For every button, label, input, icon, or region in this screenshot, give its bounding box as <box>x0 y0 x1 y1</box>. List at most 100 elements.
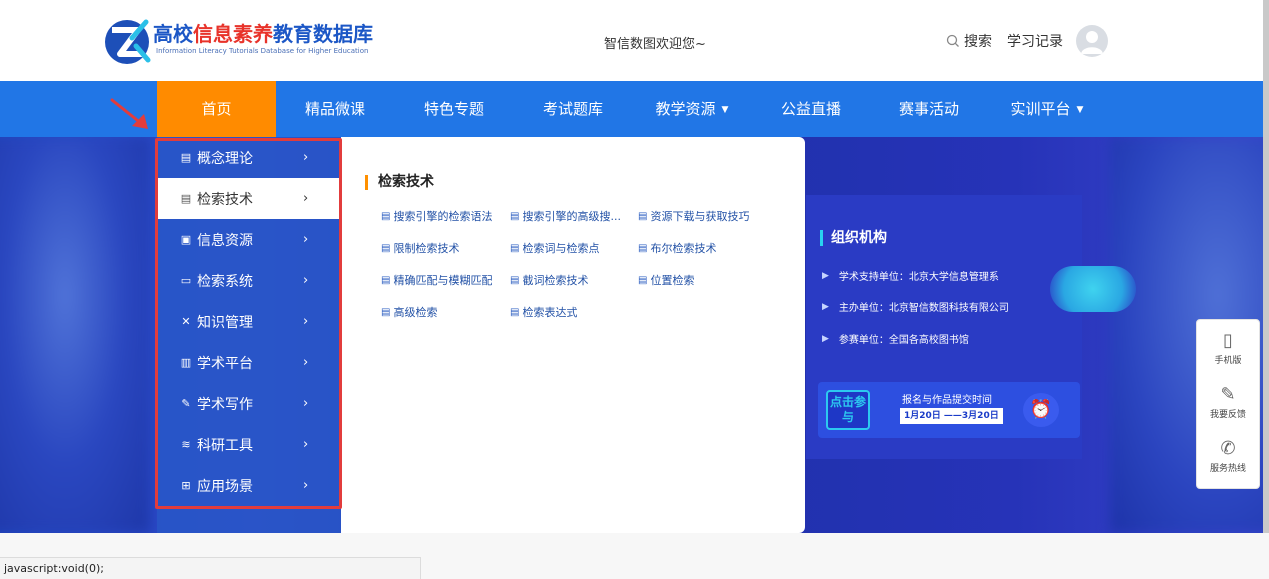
submenu-link[interactable]: ▤ 检索词与检索点 <box>510 240 599 256</box>
hotline-button[interactable]: ✆ 服务热线 <box>1197 438 1259 474</box>
grid-icon: ⊞ <box>181 479 191 492</box>
logo-subtitle: Information Literacy Tutorials Database … <box>156 47 369 55</box>
play-arrow-icon: ▶ <box>822 301 829 312</box>
annotation-arrow-icon <box>110 98 148 129</box>
submenu-link[interactable]: ▤ 布尔检索技术 <box>638 240 716 256</box>
platform-icon: ▥ <box>180 356 192 369</box>
submenu-link[interactable]: ▤ 精确匹配与模糊匹配 <box>381 272 492 288</box>
submenu-link[interactable]: ▤ 高级检索 <box>381 304 437 320</box>
doc-link-icon: ▤ <box>638 210 648 222</box>
menu-item-retrieval-system[interactable]: ▭ 检索系统 › <box>157 260 341 301</box>
join-button[interactable]: 点击参与 <box>826 390 870 430</box>
mobile-version-button[interactable]: ▯ 手机版 <box>1197 330 1259 366</box>
chevron-right-icon: › <box>303 437 309 452</box>
menu-label: 应用场景 <box>197 478 253 495</box>
feedback-button[interactable]: ✎ 我要反馈 <box>1197 384 1259 420</box>
tools-icon: ✕ <box>181 315 191 328</box>
banner-line-text: 参赛单位：全国各高校图书馆 <box>838 335 969 346</box>
chevron-right-icon: › <box>303 478 309 493</box>
menu-item-knowledge-mgmt[interactable]: ✕ 知识管理 › <box>157 301 341 342</box>
menu-item-info-resources[interactable]: ▣ 信息资源 › <box>157 219 341 260</box>
logo-title-part3: 教育数据库 <box>273 22 373 46</box>
menu-item-application-scenarios[interactable]: ⊞ 应用场景 › <box>157 465 341 506</box>
submenu-link-text: 截词检索技术 <box>522 274 589 287</box>
menu-item-academic-platform[interactable]: ▥ 学术平台 › <box>157 342 341 383</box>
chevron-right-icon: › <box>303 355 309 370</box>
doc-link-icon: ▤ <box>381 210 391 222</box>
doc-link-icon: ▤ <box>510 210 520 222</box>
nav-item-home[interactable]: 首页 <box>157 81 276 137</box>
submenu-link-text: 限制检索技术 <box>393 242 460 255</box>
logo-title[interactable]: 高校信息素养教育数据库 <box>153 18 373 47</box>
menu-item-academic-writing[interactable]: ✎ 学术写作 › <box>157 383 341 424</box>
menu-item-research-tools[interactable]: ≋ 科研工具 › <box>157 424 341 465</box>
cta-title: 报名与作品提交时间 <box>902 395 992 406</box>
nav-label: 首页 <box>201 100 232 118</box>
submenu-link-text: 搜索引擎的检索语法 <box>393 210 493 223</box>
menu-label: 科研工具 <box>197 437 253 454</box>
chevron-right-icon: › <box>303 396 309 411</box>
banner-line: ▶ 学术支持单位：北京大学信息管理系 <box>822 268 999 284</box>
scrollbar-thumb[interactable] <box>1263 0 1269 533</box>
page-scrollbar[interactable] <box>1263 0 1269 533</box>
caret-down-icon: ▼ <box>1076 104 1084 115</box>
side-label: 我要反馈 <box>1209 410 1246 420</box>
search-icon <box>946 34 959 47</box>
banner-line: ▶ 主办单位：北京智信数图科技有限公司 <box>822 299 1009 315</box>
submenu-link[interactable]: ▤ 搜索引擎的高级搜... <box>510 208 621 224</box>
banner-line-text: 学术支持单位：北京大学信息管理系 <box>838 272 999 283</box>
alarm-clock-icon: ⏰ <box>1023 393 1059 427</box>
nav-label: 实训平台 <box>1010 100 1071 118</box>
logo-icon[interactable] <box>102 16 154 66</box>
submenu-link[interactable]: ▤ 截词检索技术 <box>510 272 588 288</box>
doc-link-icon: ▤ <box>381 242 391 254</box>
menu-item-concept-theory[interactable]: ▤ 概念理论 › <box>157 137 341 178</box>
doc-link-icon: ▤ <box>638 274 648 286</box>
browser-status-bar: javascript:void(0); <box>0 557 421 579</box>
submenu-link[interactable]: ▤ 资源下载与获取技巧 <box>638 208 749 224</box>
submenu-link-text: 检索表达式 <box>522 306 578 319</box>
menu-label: 概念理论 <box>197 150 253 167</box>
document-icon: ▤ <box>180 151 192 164</box>
chevron-right-icon: › <box>303 314 309 329</box>
doc-link-icon: ▤ <box>510 306 520 318</box>
nav-item-training-platform[interactable]: 实训平台 ▼ <box>998 81 1096 137</box>
nav-item-micro-courses[interactable]: 精品微课 <box>288 81 382 137</box>
header: 高校信息素养教育数据库 Information Literacy Tutoria… <box>0 0 1269 81</box>
edit-icon: ✎ <box>1220 384 1236 405</box>
search-link[interactable]: 搜索 <box>946 31 992 51</box>
doc-link-icon: ▤ <box>381 274 391 286</box>
logo-title-part1: 高校 <box>153 22 193 46</box>
nav-label: 特色专题 <box>423 100 484 118</box>
banner-card-title: 组织机构 <box>820 230 887 246</box>
nav-item-special-topics[interactable]: 特色专题 <box>410 81 498 137</box>
nav-item-live[interactable]: 公益直播 <box>766 81 856 137</box>
user-icon <box>1081 31 1103 54</box>
banner-glow <box>1050 266 1136 312</box>
side-label: 服务热线 <box>1209 464 1246 474</box>
nav-label: 公益直播 <box>780 100 841 118</box>
caret-down-icon: ▼ <box>721 104 729 115</box>
submenu-link[interactable]: ▤ 限制检索技术 <box>381 240 459 256</box>
banner-line: ▶ 参赛单位：全国各高校图书馆 <box>822 331 969 347</box>
main-nav: 首页 精品微课 特色专题 考试题库 教学资源 ▼ 公益直播 赛事活动 实训平台 ▼ <box>0 81 1269 137</box>
side-toolbar: ▯ 手机版 ✎ 我要反馈 ✆ 服务热线 <box>1196 319 1260 489</box>
submenu-link[interactable]: ▤ 检索表达式 <box>510 304 577 320</box>
nav-label: 精品微课 <box>304 100 365 118</box>
avatar[interactable] <box>1076 25 1108 57</box>
submenu-link[interactable]: ▤ 搜索引擎的检索语法 <box>381 208 492 224</box>
nav-item-exam-bank[interactable]: 考试题库 <box>528 81 618 137</box>
menu-item-retrieval-tech[interactable]: ▤ 检索技术 › <box>157 178 341 219</box>
chevron-right-icon: › <box>303 232 309 247</box>
submenu-link-text: 搜索引擎的高级搜... <box>522 210 621 223</box>
doc-link-icon: ▤ <box>638 242 648 254</box>
nav-label: 考试题库 <box>542 100 603 118</box>
submenu-link[interactable]: ▤ 位置检索 <box>638 272 694 288</box>
resource-icon: ▣ <box>180 233 192 246</box>
phone-icon: ▯ <box>1223 330 1233 351</box>
study-record-link[interactable]: 学习记录 <box>1007 31 1063 51</box>
nav-item-events[interactable]: 赛事活动 <box>884 81 974 137</box>
menu-footer <box>157 505 341 533</box>
nav-item-teaching-resources[interactable]: 教学资源 ▼ <box>644 81 740 137</box>
doc-link-icon: ▤ <box>381 306 391 318</box>
